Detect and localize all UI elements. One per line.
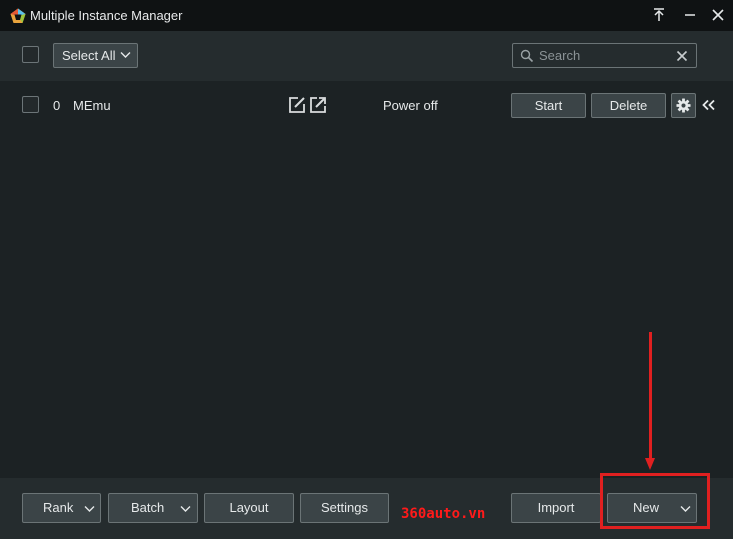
- settings-button[interactable]: Settings: [300, 493, 389, 523]
- search-box[interactable]: [512, 43, 697, 68]
- title-bar: Multiple Instance Manager: [0, 0, 733, 31]
- select-all-dropdown[interactable]: Select All: [53, 43, 138, 68]
- annotation-arrow-head: [645, 458, 655, 470]
- instance-status: Power off: [383, 98, 438, 113]
- upload-icon[interactable]: [650, 6, 668, 24]
- instance-checkbox[interactable]: [22, 96, 39, 113]
- double-chevron-left-icon[interactable]: [701, 99, 717, 111]
- chevron-down-icon: [84, 506, 95, 512]
- search-input[interactable]: [539, 47, 669, 64]
- close-icon[interactable]: [709, 6, 727, 24]
- chevron-down-icon: [120, 52, 131, 58]
- edit-icon[interactable]: [288, 96, 306, 114]
- gear-icon: [676, 98, 691, 113]
- rank-label: Rank: [43, 500, 74, 515]
- annotation-highlight-box: [600, 473, 710, 529]
- batch-label: Batch: [131, 500, 165, 515]
- batch-dropdown[interactable]: Batch: [108, 493, 198, 523]
- instance-name: MEmu: [73, 98, 111, 113]
- annotation-arrow-shaft: [649, 332, 652, 462]
- instance-settings-button[interactable]: [671, 93, 696, 118]
- layout-button[interactable]: Layout: [204, 493, 294, 523]
- search-icon: [520, 49, 534, 63]
- rank-dropdown[interactable]: Rank: [22, 493, 101, 523]
- open-external-icon[interactable]: [309, 96, 327, 114]
- minimize-icon[interactable]: [681, 6, 699, 24]
- start-button[interactable]: Start: [511, 93, 586, 118]
- clear-icon[interactable]: [676, 50, 688, 62]
- chevron-down-icon: [180, 506, 191, 512]
- delete-button[interactable]: Delete: [591, 93, 666, 118]
- select-all-label: Select All: [62, 48, 116, 63]
- instance-index: 0: [53, 98, 61, 113]
- import-button[interactable]: Import: [511, 493, 601, 523]
- window-title: Multiple Instance Manager: [30, 8, 183, 23]
- watermark-text: 360auto.vn: [401, 506, 486, 522]
- app-logo-icon: [10, 8, 26, 23]
- select-all-checkbox[interactable]: [22, 46, 39, 63]
